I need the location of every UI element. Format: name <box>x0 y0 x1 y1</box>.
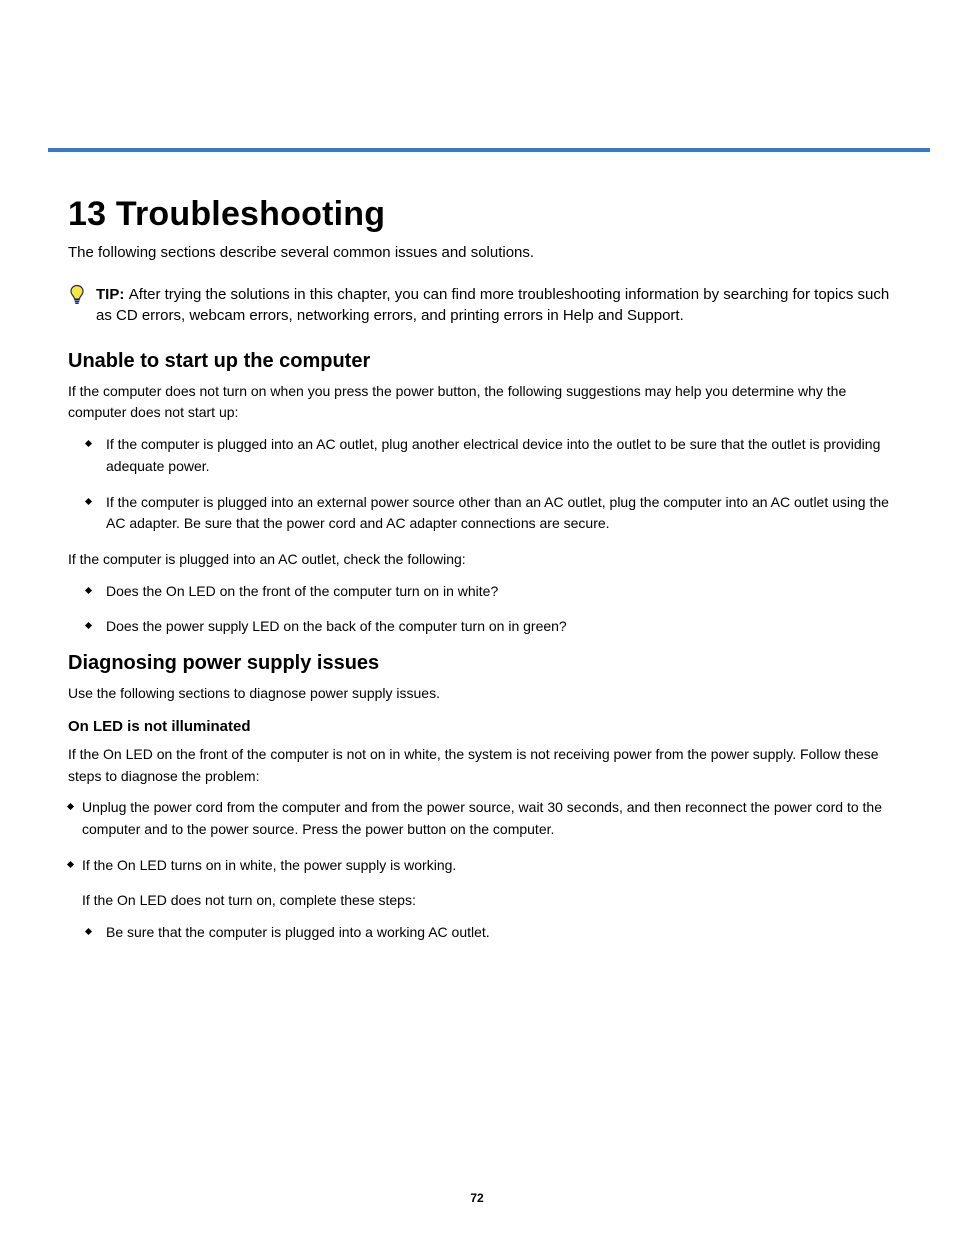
list-item: Be sure that the computer is plugged int… <box>106 922 906 944</box>
bullet-list: If the computer is plugged into an AC ou… <box>68 434 906 535</box>
tip-callout: TIP: After trying the solutions in this … <box>68 284 906 326</box>
tip-text: After trying the solutions in this chapt… <box>96 286 889 324</box>
section-paragraph: If the computer does not turn on when yo… <box>68 381 906 424</box>
section-paragraph: If the On LED on the front of the comput… <box>68 744 906 787</box>
section-paragraph: Use the following sections to diagnose p… <box>68 683 906 705</box>
lead-paragraph: The following sections describe several … <box>68 242 906 264</box>
tip-label: TIP: <box>96 286 124 303</box>
section-paragraph: If the On LED does not turn on, complete… <box>68 890 906 912</box>
page-content: 13 Troubleshooting The following section… <box>68 195 906 958</box>
list-item: Does the power supply LED on the back of… <box>106 616 906 638</box>
list-item: If the On LED turns on in white, the pow… <box>82 855 906 877</box>
subsection-heading-onled: On LED is not illuminated <box>68 715 906 738</box>
bullet-list: Be sure that the computer is plugged int… <box>68 922 906 944</box>
lightbulb-icon <box>68 284 86 306</box>
tip-body: TIP: After trying the solutions in this … <box>96 284 906 326</box>
list-item: Unplug the power cord from the computer … <box>82 797 906 840</box>
page-title: 13 Troubleshooting <box>68 195 906 234</box>
section-heading-power: Diagnosing power supply issues <box>68 652 906 675</box>
page-number: 72 <box>0 1191 954 1205</box>
list-item: If the computer is plugged into an AC ou… <box>106 434 906 477</box>
bullet-list: Unplug the power cord from the computer … <box>68 797 906 876</box>
section-paragraph: If the computer is plugged into an AC ou… <box>68 549 906 571</box>
list-item: Does the On LED on the front of the comp… <box>106 581 906 603</box>
document-page: 13 Troubleshooting The following section… <box>0 0 954 1235</box>
bullet-list: Does the On LED on the front of the comp… <box>68 581 906 638</box>
header-rule <box>48 148 930 152</box>
section-heading-startup: Unable to start up the computer <box>68 350 906 373</box>
list-item: If the computer is plugged into an exter… <box>106 492 906 535</box>
